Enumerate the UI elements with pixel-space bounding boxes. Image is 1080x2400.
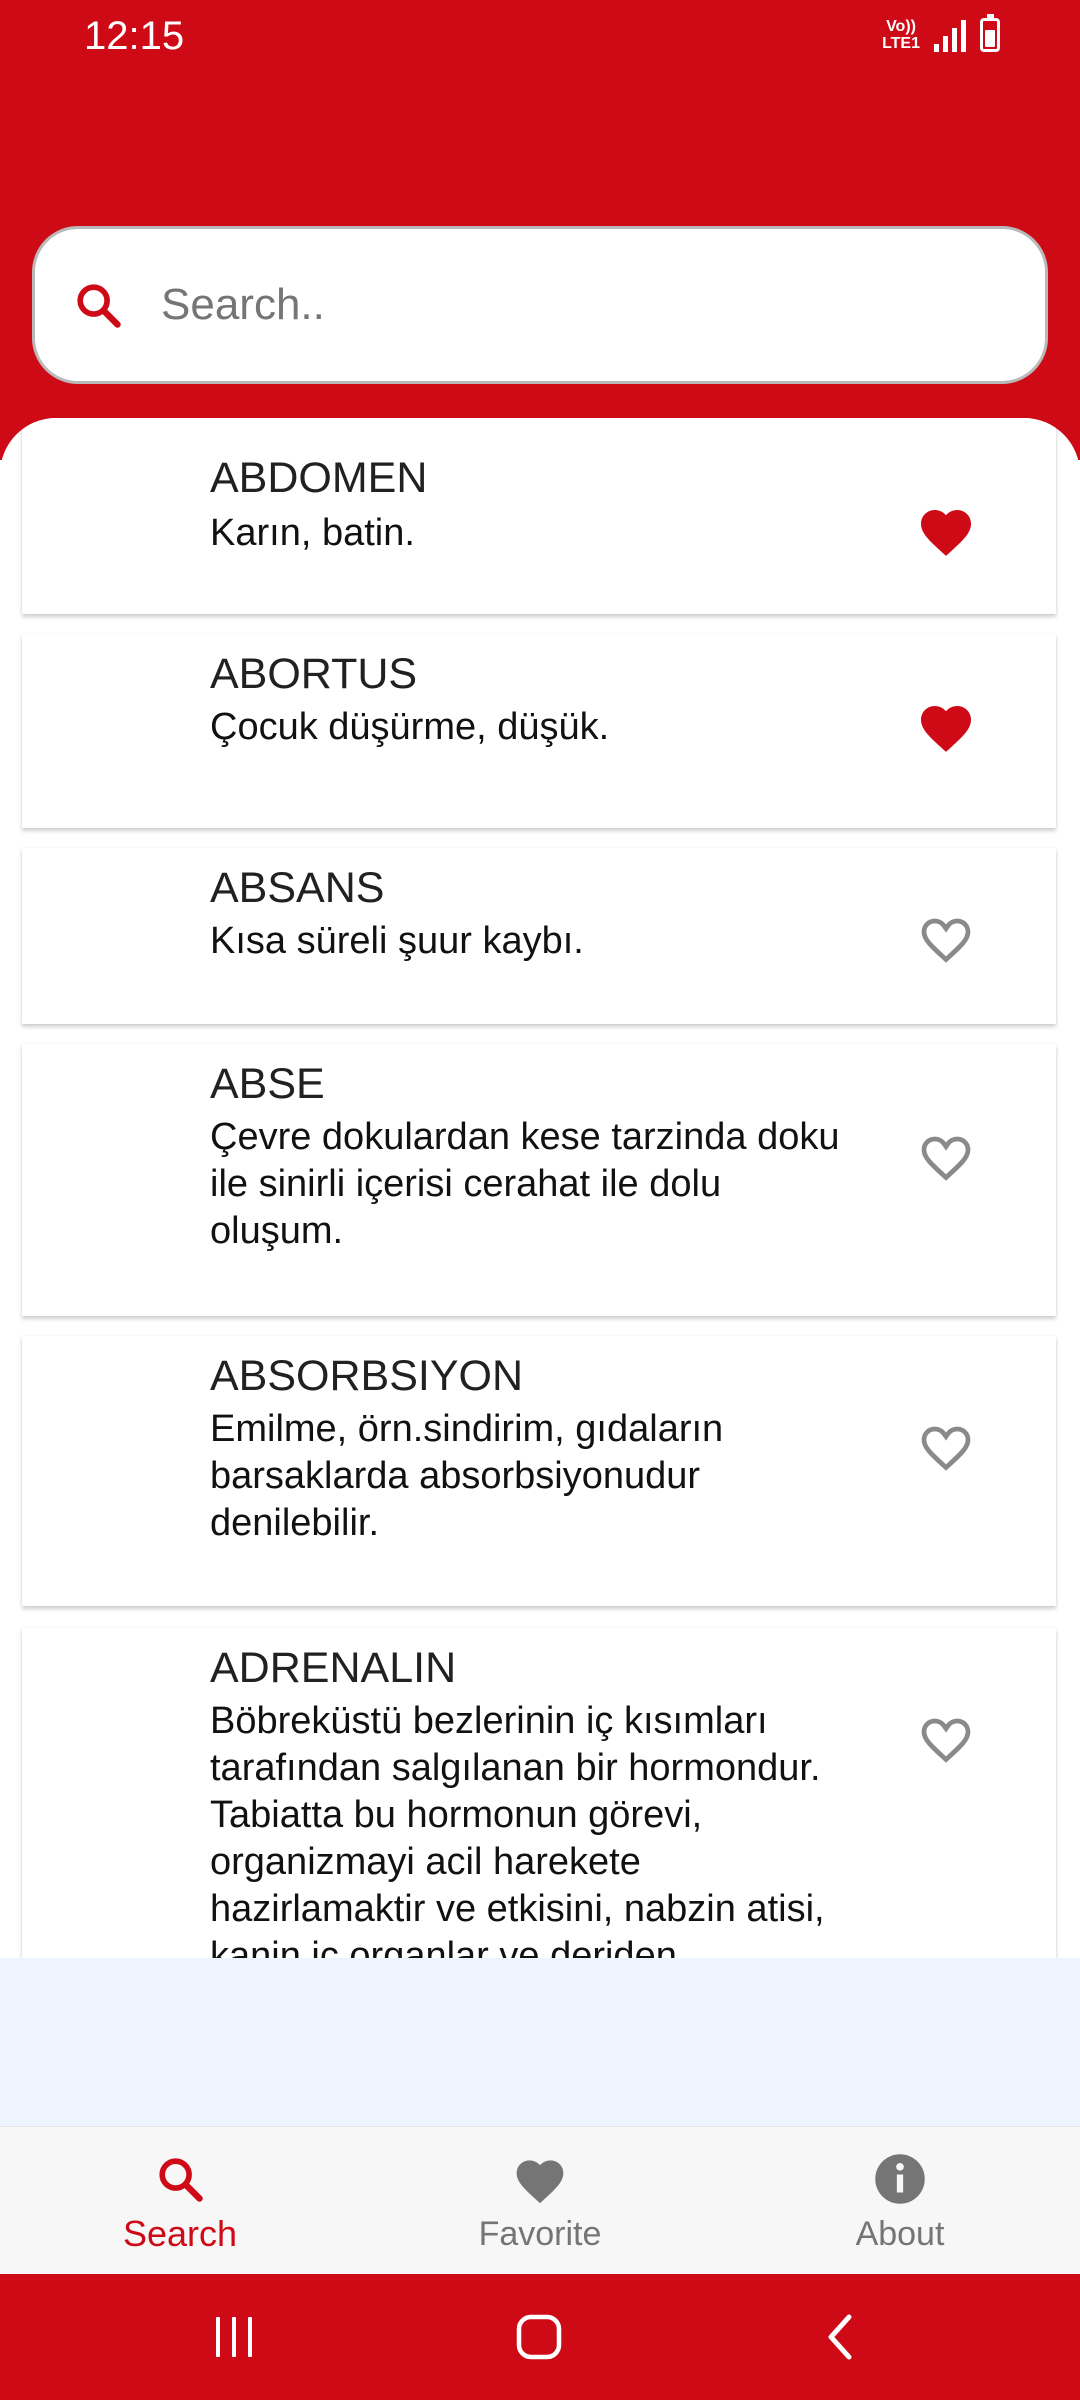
heart-outline-icon[interactable] — [916, 910, 976, 966]
battery-icon — [980, 14, 1000, 52]
list-item[interactable]: ADRENALIN Böbreküstü bezlerinin iç kısım… — [22, 1628, 1056, 1958]
term-title: ABSE — [210, 1060, 325, 1108]
empty-area — [0, 1958, 1080, 2126]
term-description: Böbreküstü bezlerinin iç kısımları taraf… — [210, 1700, 825, 1958]
nav-about[interactable]: About — [720, 2127, 1080, 2275]
list-item[interactable]: ABORTUS Çocuk düşürme, düşük. — [22, 634, 1056, 828]
search-icon — [69, 276, 127, 334]
term-description: Karın, batin. — [210, 512, 415, 554]
nav-search-label: Search — [122, 2213, 238, 2254]
nav-search[interactable]: Search — [0, 2127, 360, 2275]
heart-outline-icon[interactable] — [916, 1710, 976, 1766]
term-description: Emilme, örn.sindirim, gıdaların barsakla… — [210, 1408, 724, 1544]
heart-outline-icon[interactable] — [916, 1128, 976, 1184]
search-input[interactable] — [159, 279, 963, 331]
heart-outline-icon[interactable] — [916, 1418, 976, 1474]
term-description: Çocuk düşürme, düşük. — [210, 706, 610, 748]
status-time: 12:15 — [84, 14, 185, 58]
heart-filled-icon[interactable] — [916, 698, 976, 754]
back-icon[interactable] — [806, 2304, 876, 2370]
bottom-navigation: Search Favorite About — [0, 2126, 1080, 2275]
system-navigation-bar — [0, 2274, 1080, 2400]
heart-icon — [510, 2149, 570, 2209]
signal-icon — [934, 18, 966, 52]
list-item[interactable]: ABDOMEN Karın, batin. — [22, 418, 1056, 614]
info-icon — [870, 2149, 930, 2209]
term-title: ABSANS — [210, 864, 385, 912]
term-title: ABORTUS — [210, 650, 418, 698]
term-title: ADRENALIN — [210, 1644, 457, 1692]
nav-about-label: About — [855, 2215, 945, 2253]
term-description: Çevre dokulardan kese tarzinda doku ile … — [210, 1116, 840, 1252]
recent-apps-icon[interactable] — [200, 2304, 270, 2370]
search-bar[interactable] — [32, 226, 1048, 384]
nav-favorite-label: Favorite — [478, 2215, 602, 2253]
volte-indicator: Vo)) LTE1 — [882, 18, 920, 52]
search-icon — [150, 2149, 210, 2209]
term-title: ABSORBSIYON — [210, 1352, 524, 1400]
app-header: 12:15 Vo)) LTE1 — [0, 0, 1080, 460]
term-title: ABDOMEN — [210, 454, 428, 502]
nav-favorite[interactable]: Favorite — [360, 2127, 720, 2275]
list-item[interactable]: ABSANS Kısa süreli şuur kaybı. — [22, 848, 1056, 1024]
list-item[interactable]: ABSORBSIYON Emilme, örn.sindirim, gıdala… — [22, 1336, 1056, 1606]
list-item[interactable]: ABSE Çevre dokulardan kese tarzinda doku… — [22, 1044, 1056, 1316]
status-icons: Vo)) LTE1 — [882, 14, 1000, 52]
heart-filled-icon[interactable] — [916, 502, 976, 558]
term-list[interactable]: ABDOMEN Karın, batin. ABORTUS Çocuk düşü… — [0, 418, 1080, 1958]
home-icon[interactable] — [504, 2304, 574, 2370]
term-description: Kısa süreli şuur kaybı. — [210, 920, 584, 962]
